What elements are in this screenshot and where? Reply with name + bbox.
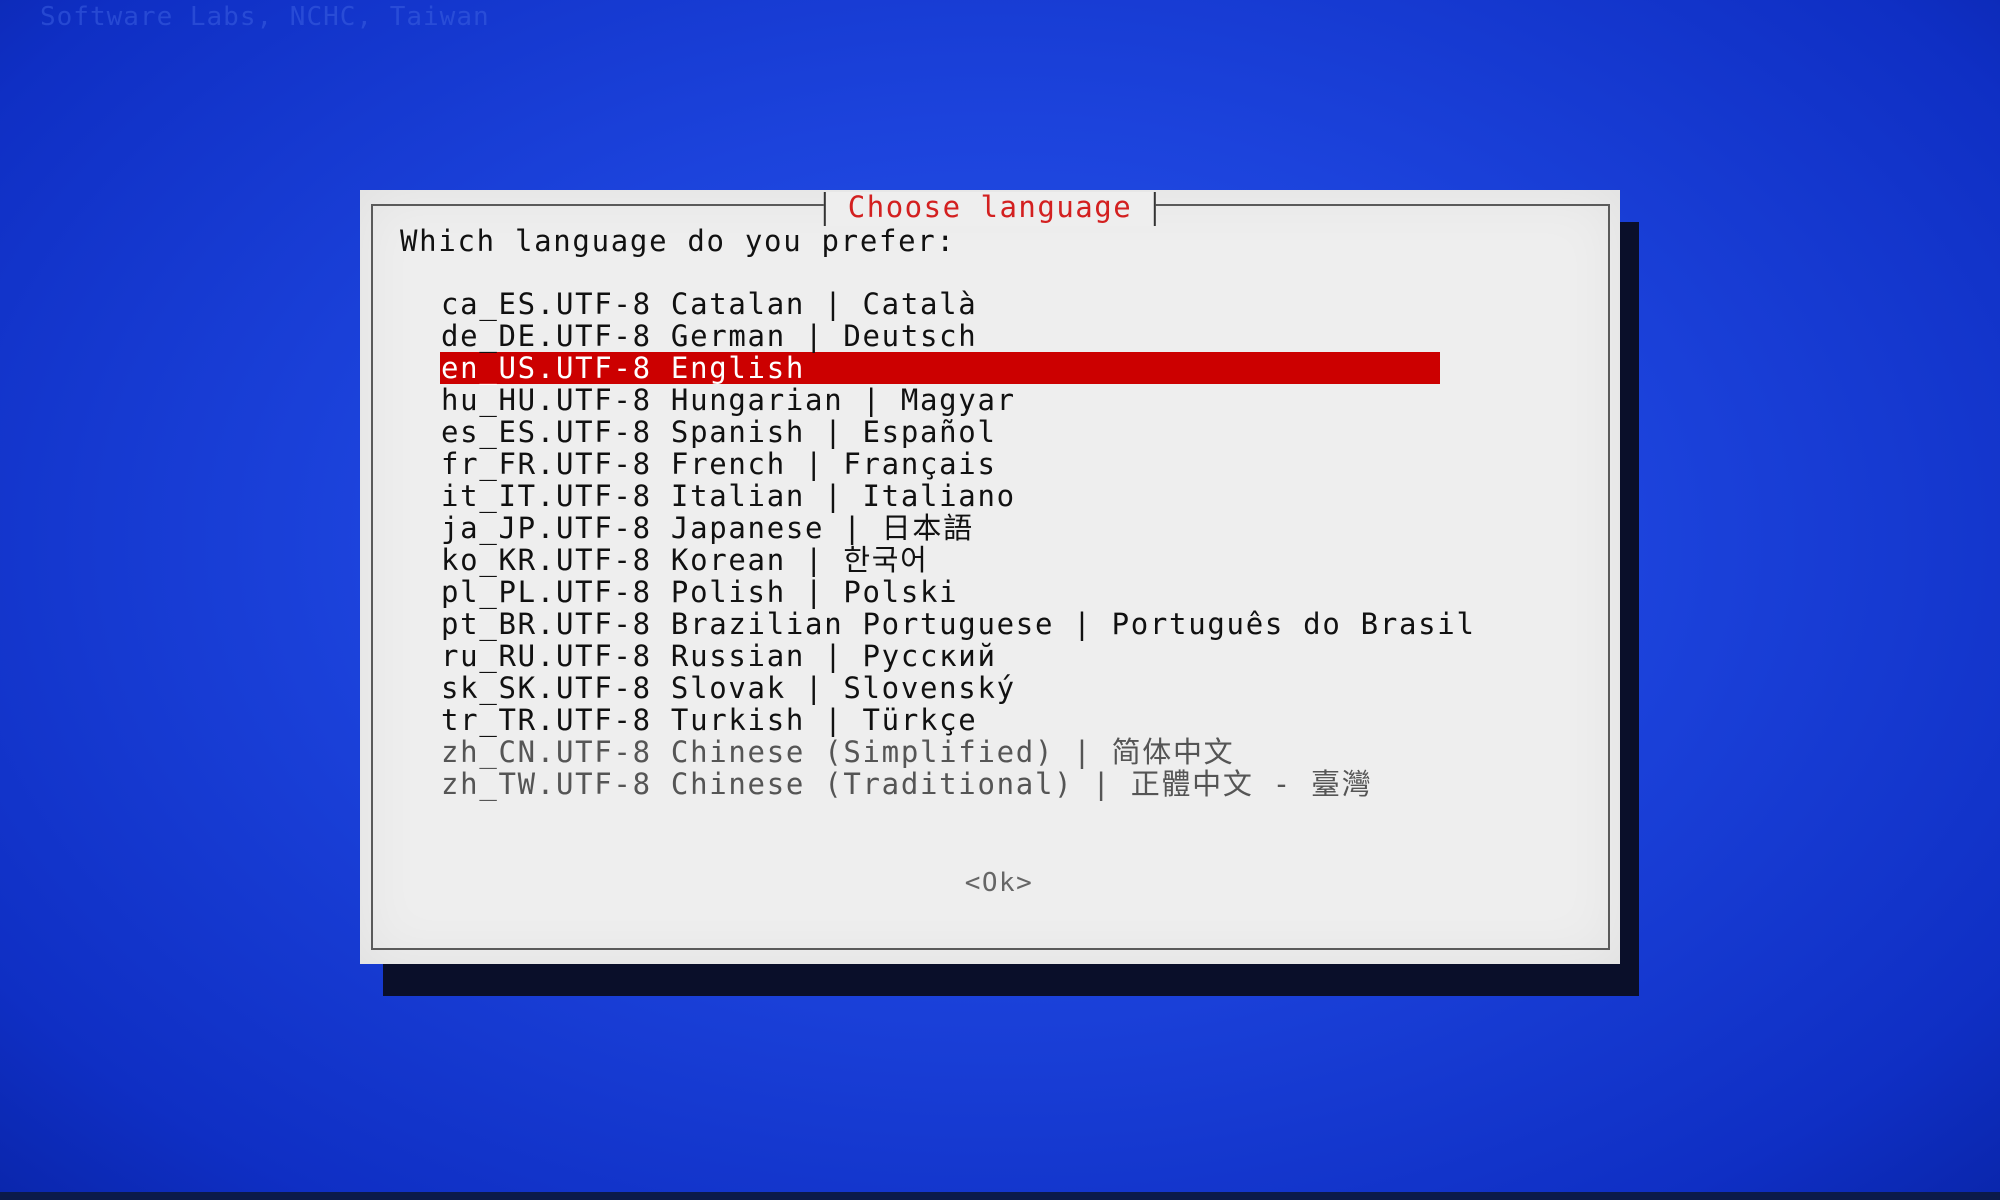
language-option-ca-es[interactable]: ca_ES.UTF-8 Catalan | Català — [440, 288, 1440, 320]
ok-button-label: <Ok> — [964, 868, 1034, 898]
language-option-es-es[interactable]: es_ES.UTF-8 Spanish | Español — [440, 416, 1440, 448]
dialog-title: Choose language — [823, 192, 1157, 226]
language-option-ru-ru[interactable]: ru_RU.UTF-8 Russian | Русский — [440, 640, 1440, 672]
language-list[interactable]: ca_ES.UTF-8 Catalan | Català de_DE.UTF-8… — [440, 288, 1474, 800]
dialog-prompt: Which language do you prefer: — [400, 224, 956, 258]
language-option-hu-hu[interactable]: hu_HU.UTF-8 Hungarian | Magyar — [440, 384, 1440, 416]
screen-title: Software Labs, NCHC, Taiwan — [40, 2, 490, 32]
language-option-en-us[interactable]: en_US.UTF-8 English — [440, 352, 1440, 384]
language-option-pt-br[interactable]: pt_BR.UTF-8 Brazilian Portuguese | Portu… — [440, 608, 1474, 640]
language-option-ja-jp[interactable]: ja_JP.UTF-8 Japanese | 日本語 — [440, 512, 1440, 544]
language-option-fr-fr[interactable]: fr_FR.UTF-8 French | Français — [440, 448, 1440, 480]
language-option-tr-tr[interactable]: tr_TR.UTF-8 Turkish | Türkçe — [440, 704, 1440, 736]
language-option-it-it[interactable]: it_IT.UTF-8 Italian | Italiano — [440, 480, 1440, 512]
language-option-zh-cn[interactable]: zh_CN.UTF-8 Chinese (Simplified) | 简体中文 — [440, 736, 1440, 768]
ok-button[interactable]: <Ok> — [360, 868, 1620, 898]
language-option-sk-sk[interactable]: sk_SK.UTF-8 Slovak | Slovenský — [440, 672, 1440, 704]
bottom-strip — [0, 1192, 2000, 1200]
language-option-ko-kr[interactable]: ko_KR.UTF-8 Korean | 한국어 — [440, 544, 1440, 576]
language-dialog: Choose language Which language do you pr… — [360, 190, 1620, 964]
language-option-pl-pl[interactable]: pl_PL.UTF-8 Polish | Polski — [440, 576, 1440, 608]
language-option-zh-tw[interactable]: zh_TW.UTF-8 Chinese (Traditional) | 正體中文… — [440, 768, 1440, 800]
language-option-de-de[interactable]: de_DE.UTF-8 German | Deutsch — [440, 320, 1440, 352]
